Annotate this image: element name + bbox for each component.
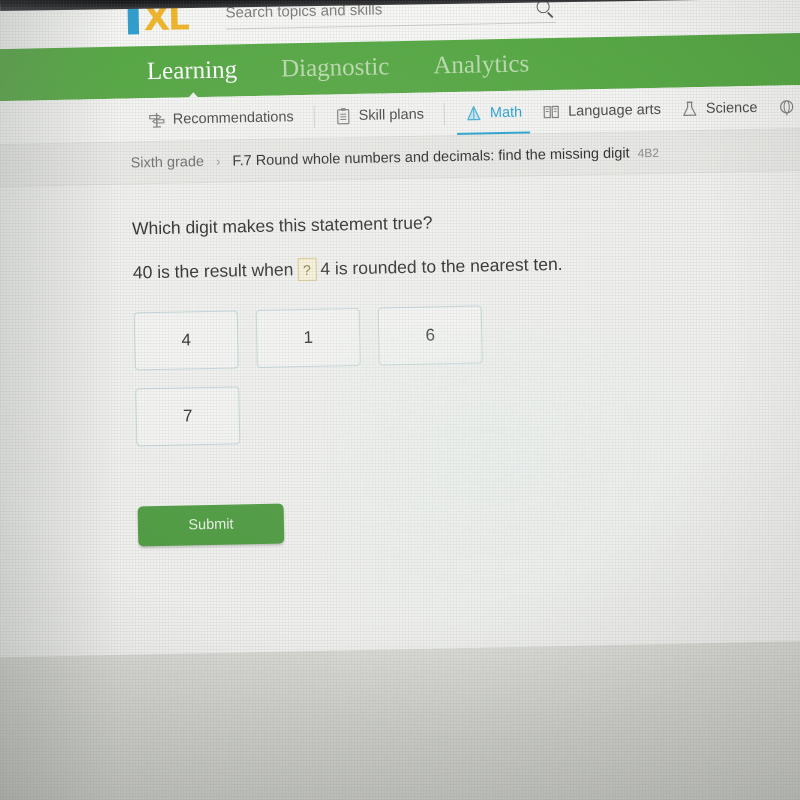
nav-tab-diagnostic[interactable]: Diagnostic: [281, 53, 390, 83]
subnav-label: Skill plans: [358, 106, 425, 124]
answer-choice[interactable]: 6: [377, 305, 483, 366]
clipboard-icon: [336, 107, 350, 124]
answer-choice[interactable]: 7: [135, 386, 241, 447]
globe-icon: [779, 99, 794, 115]
breadcrumb-skill: F.7 Round whole numbers and decimals: fi…: [232, 144, 630, 169]
nav-divider: [443, 102, 446, 125]
subnav-item-language-arts[interactable]: Language arts: [542, 87, 662, 133]
subnav-item-recommendations[interactable]: Recommendations: [147, 95, 294, 142]
browser-window: numbers and ✕ + ixl.com/math/grade-6/rou…: [0, 0, 800, 800]
statement-text-after: 4 is rounded to the nearest ten.: [320, 253, 563, 279]
nav-tab-analytics[interactable]: Analytics: [433, 50, 529, 80]
subnav-label: Recommendations: [172, 108, 294, 128]
photographed-screen: numbers and ✕ + ixl.com/math/grade-6/rou…: [0, 0, 800, 800]
answer-choice[interactable]: 4: [133, 310, 239, 371]
subnav-label: Math: [489, 104, 523, 121]
answer-choice[interactable]: 1: [255, 307, 361, 369]
skill-code-badge: 4B2: [637, 145, 660, 160]
compass-icon: [467, 105, 481, 120]
question-statement: 40 is the result when ? 4 is rounded to …: [133, 247, 800, 284]
subnav-item-social-studies[interactable]: [777, 85, 800, 129]
question-prompt: Which digit makes this statement true?: [131, 212, 433, 239]
chevron-right-icon: ›: [215, 153, 221, 169]
open-book-icon: [543, 105, 560, 118]
flask-icon: [683, 101, 697, 116]
ixl-page: XL Search topics and skills Learning Dia…: [0, 0, 800, 658]
signpost-icon: [149, 112, 165, 128]
question-area: Which digit makes this statement true? 4…: [0, 170, 800, 658]
nav-tab-learning[interactable]: Learning: [147, 56, 238, 86]
subnav-item-skill-plans[interactable]: Skill plans: [334, 92, 424, 138]
breadcrumb-grade[interactable]: Sixth grade: [131, 154, 205, 171]
nav-divider: [313, 105, 315, 128]
subnav-label: Science: [705, 99, 758, 117]
subnav-label: Language arts: [567, 101, 662, 120]
missing-digit-blank: ?: [297, 257, 317, 282]
subnav-item-science[interactable]: Science: [680, 85, 758, 131]
subnav-item-math[interactable]: Math: [464, 90, 522, 135]
answer-choices: 4 1 6 7: [133, 304, 557, 464]
submit-button[interactable]: Submit: [137, 503, 285, 547]
statement-text-before: 40 is the result when: [132, 259, 294, 283]
